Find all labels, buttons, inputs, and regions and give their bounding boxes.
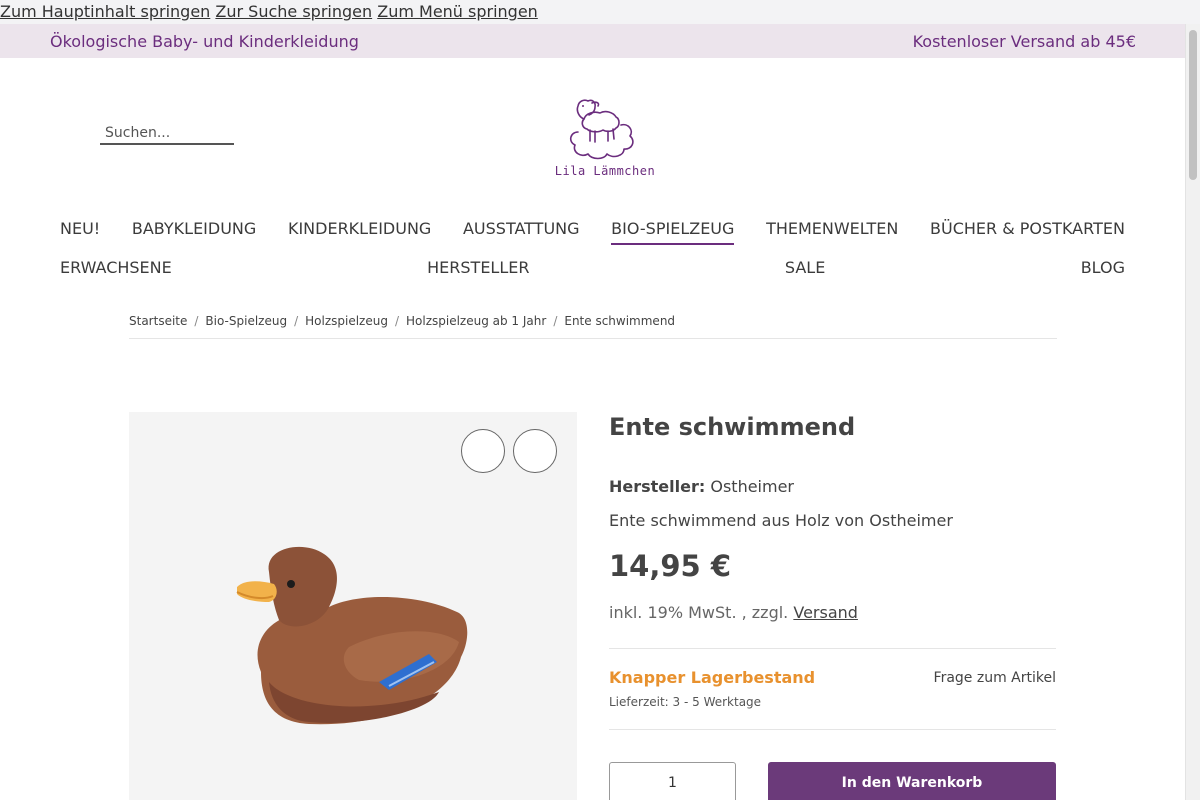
- topbar-shipping-note: Kostenloser Versand ab 45€: [912, 32, 1136, 51]
- add-to-cart-button[interactable]: In den Warenkorb: [768, 762, 1056, 800]
- product-description: Ente schwimmend aus Holz von Ostheimer: [609, 511, 953, 530]
- nav-item-blog[interactable]: BLOG: [1081, 258, 1125, 277]
- product-gallery[interactable]: [129, 412, 577, 800]
- product-question-link[interactable]: Frage zum Artikel: [934, 670, 1056, 686]
- breadcrumb-separator: /: [394, 314, 399, 328]
- skip-to-main-link[interactable]: Zum Hauptinhalt springen: [0, 2, 210, 21]
- breadcrumb-separator: /: [553, 314, 558, 328]
- top-announcement-bar: Ökologische Baby- und Kinderkleidung Kos…: [0, 24, 1185, 58]
- nav-item-bio-spielzeug[interactable]: BIO-SPIELZEUG: [611, 219, 735, 245]
- nav-item-hersteller[interactable]: HERSTELLER: [427, 258, 529, 277]
- nav-item-ausstattung[interactable]: AUSSTATTUNG: [463, 219, 580, 238]
- product-title: Ente schwimmend: [609, 413, 856, 441]
- breadcrumb-current: Ente schwimmend: [564, 314, 676, 328]
- quantity-field[interactable]: [609, 762, 736, 800]
- skip-to-menu-link[interactable]: Zum Menü springen: [377, 2, 538, 21]
- breadcrumb-item[interactable]: Startseite: [129, 314, 187, 328]
- shipping-link[interactable]: Versand: [793, 603, 858, 622]
- main-nav-row-1: NEU! BABYKLEIDUNG KINDERKLEIDUNG AUSSTAT…: [60, 219, 1125, 245]
- breadcrumb: Startseite / Bio-Spielzeug / Holzspielzeug / H…: [129, 314, 1057, 339]
- breadcrumb-separator: /: [194, 314, 199, 328]
- tax-info: inkl. 19% MwSt. , zzgl. Versand: [609, 603, 858, 622]
- nav-item-buecher-postkarten[interactable]: BÜCHER & POSTKARTEN: [930, 219, 1125, 238]
- skip-to-search-link[interactable]: Zur Suche springen: [215, 2, 372, 21]
- nav-item-kinderkleidung[interactable]: KINDERKLEIDUNG: [288, 219, 431, 238]
- search-input[interactable]: [100, 125, 234, 141]
- nav-item-sale[interactable]: SALE: [785, 258, 825, 277]
- logo-wordmark: Lila Lämmchen: [554, 164, 656, 178]
- gallery-circle-icon[interactable]: [513, 429, 557, 473]
- breadcrumb-item[interactable]: Holzspielzeug: [305, 314, 388, 328]
- manufacturer-name[interactable]: Ostheimer: [710, 477, 794, 496]
- quantity-input[interactable]: [610, 763, 735, 800]
- product-manufacturer: Hersteller: Ostheimer: [609, 477, 794, 496]
- site-logo[interactable]: Lila Lämmchen: [548, 84, 662, 182]
- breadcrumb-item[interactable]: Bio-Spielzeug: [205, 314, 287, 328]
- topbar-tagline: Ökologische Baby- und Kinderkleidung: [50, 32, 359, 51]
- tax-text: inkl. 19% MwSt. , zzgl.: [609, 603, 789, 622]
- stock-status: Knapper Lagerbestand: [609, 668, 816, 687]
- breadcrumb-item[interactable]: Holzspielzeug ab 1 Jahr: [406, 314, 546, 328]
- nav-item-babykleidung[interactable]: BABYKLEIDUNG: [132, 219, 256, 238]
- manufacturer-label: Hersteller:: [609, 477, 706, 496]
- nav-item-neu[interactable]: NEU!: [60, 219, 100, 238]
- breadcrumb-separator: /: [294, 314, 299, 328]
- gallery-circle-icon[interactable]: [461, 429, 505, 473]
- page-scrollbar[interactable]: [1185, 24, 1200, 800]
- nav-item-erwachsene[interactable]: ERWACHSENE: [60, 258, 172, 277]
- stock-info: Knapper Lagerbestand Lieferzeit: 3 - 5 W…: [609, 648, 1056, 730]
- logo-lamb-cloud-icon: [569, 99, 634, 160]
- delivery-time: Lieferzeit: 3 - 5 Werktage: [609, 695, 762, 709]
- nav-item-themenwelten[interactable]: THEMENWELTEN: [766, 219, 898, 238]
- duck-product-image: [236, 546, 468, 725]
- skip-links: Zum Hauptinhalt springen Zur Suche sprin…: [0, 0, 1200, 24]
- scrollbar-thumb[interactable]: [1189, 30, 1197, 180]
- search-field[interactable]: [100, 122, 234, 145]
- main-nav-row-2: ERWACHSENE HERSTELLER SALE BLOG: [60, 258, 1125, 277]
- product-price: 14,95 €: [609, 549, 732, 583]
